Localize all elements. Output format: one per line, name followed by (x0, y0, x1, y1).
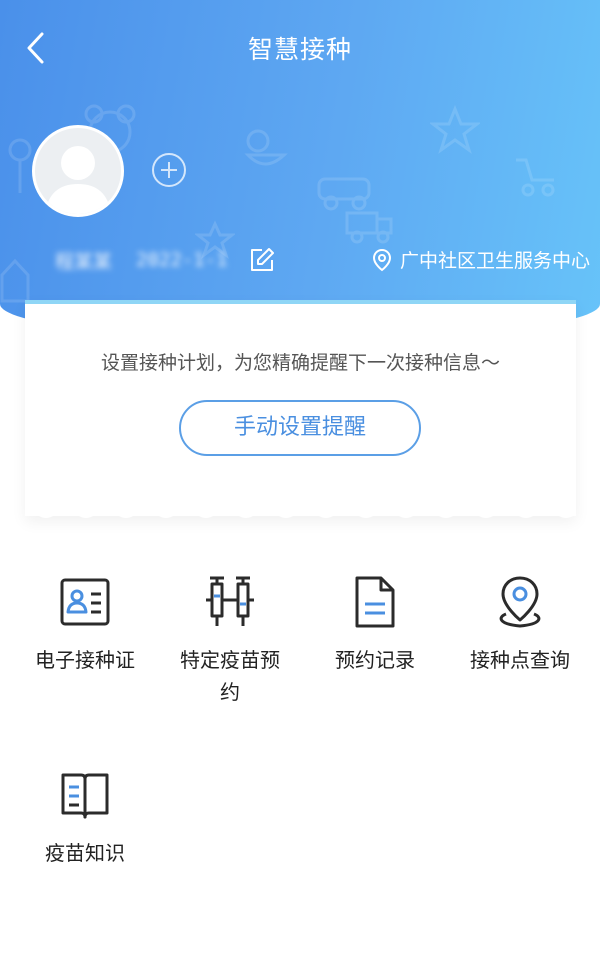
edit-icon[interactable] (248, 246, 276, 274)
id-card-icon (60, 578, 110, 626)
duck-decoration-icon (244, 129, 288, 166)
menu-item-specific-vaccine-booking[interactable]: 特定疫苗预约 (155, 574, 305, 708)
menu-item-e-vaccination-card[interactable]: 电子接种证 (10, 574, 160, 676)
lollipop-decoration-icon (8, 138, 32, 193)
menu-item-label: 疫苗知识 (45, 841, 125, 865)
stroller-decoration-icon (516, 158, 555, 197)
menu-item-label: 电子接种证 (35, 648, 135, 672)
document-icon (355, 576, 395, 628)
child-info-row: 程某某 2022-1-1 (55, 244, 276, 276)
clinic-location[interactable]: 广中社区卫生服务中心 (372, 246, 590, 273)
add-circle-icon[interactable] (151, 152, 187, 188)
profile-header: 智慧接种 程某某 2022-1-1 广中社区卫生服务中心 (0, 0, 600, 340)
book-icon (61, 773, 109, 819)
avatar[interactable] (32, 125, 124, 217)
card-scalloped-edge (25, 508, 576, 518)
menu-item-label: 特定疫苗预约 (180, 648, 280, 704)
menu-item-clinic-search[interactable]: 接种点查询 (445, 574, 595, 676)
menu-item-booking-records[interactable]: 预约记录 (300, 574, 450, 676)
child-birthdate: 2022-1-1 (136, 249, 228, 271)
house-decoration-icon (0, 258, 30, 303)
reminder-card: 设置接种计划，为您精确提醒下一次接种信息～ 手动设置提醒 (25, 300, 576, 516)
syringe-icon (206, 576, 254, 626)
menu-item-vaccine-knowledge[interactable]: 疫苗知识 (10, 767, 160, 869)
location-pin-small-icon (372, 248, 391, 271)
truck-decoration-icon (345, 211, 393, 244)
page-title: 智慧接种 (247, 35, 352, 64)
star-decoration-icon (430, 105, 480, 154)
child-name: 程某某 (55, 250, 113, 273)
user-placeholder-icon (45, 146, 111, 214)
menu-item-label: 接种点查询 (470, 648, 570, 672)
set-reminder-button[interactable]: 手动设置提醒 (179, 400, 421, 456)
reminder-message: 设置接种计划，为您精确提醒下一次接种信息～ (100, 352, 500, 374)
menu-item-label: 预约记录 (335, 648, 415, 672)
clinic-name: 广中社区卫生服务中心 (399, 250, 590, 272)
location-pin-icon (499, 576, 541, 628)
